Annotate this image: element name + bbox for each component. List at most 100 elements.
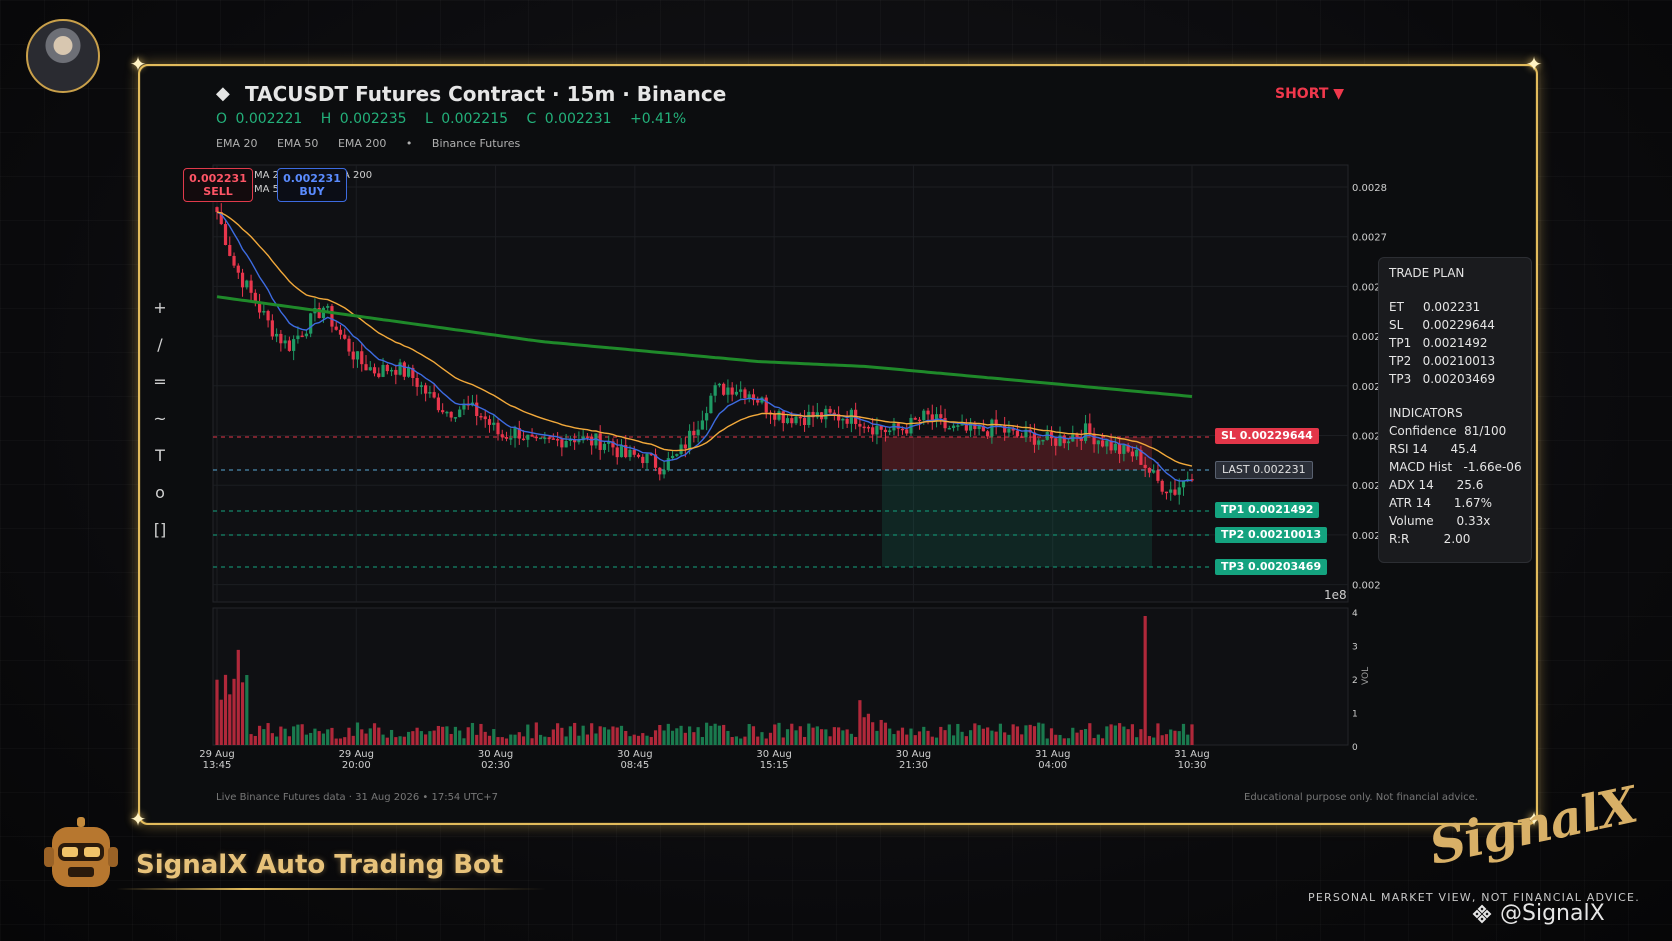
buy-button[interactable]: 0.002231 BUY: [277, 168, 347, 202]
volume-bar: [922, 726, 926, 745]
volume-bar: [411, 731, 415, 745]
volume-bar: [815, 726, 819, 745]
volume-bar: [679, 725, 683, 745]
ind-row-volume: Volume 0.33x: [1389, 514, 1491, 528]
candle-body: [577, 440, 581, 443]
volume-bar: [700, 737, 704, 745]
candle-body: [521, 438, 526, 441]
volume-bar: [466, 727, 470, 745]
volume-bar: [960, 731, 964, 745]
volume-bar: [1122, 726, 1126, 745]
volume-bar: [449, 733, 453, 745]
x-tick-date: 30 Aug: [478, 749, 513, 760]
volume-bar: [240, 682, 245, 745]
buy-price: 0.002231: [283, 172, 341, 185]
candle-body: [266, 311, 270, 321]
y-tick-label: 0.002: [1352, 481, 1381, 492]
volume-bar: [917, 731, 922, 745]
volume-bar: [990, 730, 994, 745]
volume-bar: [653, 730, 658, 745]
volume-bar: [858, 700, 862, 745]
volume-bar: [534, 722, 538, 745]
volume-bar: [500, 737, 504, 745]
volume-bar: [1181, 723, 1186, 745]
volume-bar: [219, 699, 223, 745]
candle-body: [896, 423, 900, 429]
candle-body: [641, 456, 645, 464]
candle-body: [355, 351, 360, 360]
volume-bar: [1075, 732, 1079, 745]
volume-bar: [730, 737, 734, 745]
candle-body: [692, 430, 696, 436]
volume-bar: [517, 732, 521, 745]
volume-bar: [1160, 735, 1164, 745]
candle-body: [275, 333, 279, 337]
candle-body: [1118, 443, 1122, 454]
x-tick-time: 10:30: [1178, 760, 1207, 771]
volume-bar: [832, 727, 836, 745]
y-tick-label: 0.002: [1352, 332, 1381, 343]
candle-body: [223, 224, 228, 246]
volume-bar: [973, 723, 977, 745]
candle-body: [283, 340, 287, 344]
volume-bar: [628, 736, 632, 745]
candle-body: [781, 411, 785, 424]
legend-ma-fragment: MA 5: [254, 184, 280, 195]
volume-bar: [1147, 736, 1152, 745]
volume-bar: [270, 733, 274, 745]
candle-body: [888, 430, 892, 433]
volume-bar: [321, 733, 326, 745]
candle-body: [415, 377, 419, 387]
volume-bar: [930, 736, 934, 745]
candle-body: [922, 410, 926, 421]
volume-bar: [611, 726, 615, 745]
candle-body: [1130, 451, 1134, 457]
candle-body: [385, 364, 389, 372]
candle-body: [1066, 441, 1071, 444]
candle-body: [785, 418, 790, 424]
volume-bar: [253, 735, 257, 745]
sell-label: SELL: [203, 185, 233, 198]
volume-bar: [819, 729, 824, 745]
volume-bar: [462, 738, 466, 745]
volume-bar: [283, 728, 287, 745]
candle-body: [453, 417, 458, 419]
candle-body: [1062, 435, 1066, 444]
volume-bar: [338, 738, 343, 745]
candle-body: [475, 402, 479, 416]
candle-body: [257, 303, 262, 313]
sell-button[interactable]: 0.002231 SELL: [183, 168, 253, 202]
volume-bar: [266, 723, 270, 745]
volume-bar: [636, 735, 641, 745]
candle-body: [215, 207, 219, 213]
candle-body: [956, 425, 960, 427]
volume-bar: [1054, 734, 1058, 745]
candle-body: [1037, 440, 1041, 445]
candle-body: [632, 449, 636, 455]
candle-body: [389, 369, 394, 372]
candle-body: [726, 387, 730, 395]
volume-bar: [530, 738, 534, 745]
y-tick-label: 0.002: [1352, 531, 1381, 542]
candle-body: [441, 410, 445, 413]
volume-bar: [1130, 724, 1134, 745]
volume-bar: [419, 731, 423, 745]
volume-bar: [406, 731, 411, 745]
volume-bar: [649, 737, 653, 745]
volume-bar: [773, 724, 777, 745]
candle-body: [696, 429, 700, 436]
volume-bar: [232, 678, 236, 745]
volume-bar: [777, 722, 781, 745]
candle-body: [683, 444, 687, 449]
volume-bar: [287, 736, 291, 745]
candle-body: [1113, 443, 1117, 451]
candle-body: [394, 369, 398, 375]
candle-body: [713, 385, 717, 396]
candle-body: [1164, 491, 1169, 494]
volume-bar: [594, 733, 598, 745]
candle-body: [368, 367, 372, 371]
ind-row-atr: ATR 14 1.67%: [1389, 496, 1493, 510]
volume-bar: [402, 736, 406, 745]
volume-bar: [751, 726, 756, 745]
candle-body: [675, 454, 679, 456]
